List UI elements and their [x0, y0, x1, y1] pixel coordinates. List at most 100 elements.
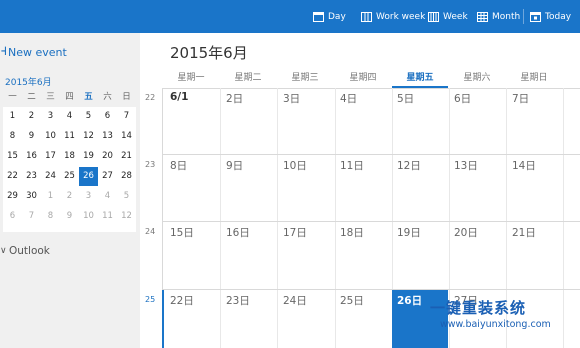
day-cell-date[interactable]: 18日	[340, 225, 364, 240]
week-view-button[interactable]: Week	[428, 9, 468, 25]
weekday-header: 星期三	[291, 73, 319, 83]
day-view-button[interactable]: Day	[313, 9, 346, 25]
day-cell-date[interactable]: 14日	[512, 158, 536, 173]
mini-calendar-day[interactable]: 9	[60, 207, 79, 226]
day-cell-date[interactable]: 20日	[454, 225, 478, 240]
today-calendar-icon	[530, 12, 541, 22]
day-cell-date[interactable]: 15日	[170, 225, 194, 240]
mini-weekday: 六	[103, 92, 112, 102]
month-view-button[interactable]: Month	[477, 9, 520, 25]
mini-weekday: 五	[84, 92, 93, 102]
mini-weekday: 四	[65, 92, 74, 102]
weekday-header: 星期日	[520, 73, 548, 83]
mini-calendar-day[interactable]: 12	[117, 207, 136, 226]
mini-calendar-day[interactable]: 2	[22, 107, 41, 126]
mini-calendar-day[interactable]: 6	[98, 107, 117, 126]
outlook-account-toggle[interactable]: ∨ Outlook	[0, 243, 50, 259]
day-cell-date[interactable]: 7日	[512, 91, 529, 106]
mini-calendar-day[interactable]: 13	[98, 127, 117, 146]
mini-calendar-day[interactable]: 10	[41, 127, 60, 146]
mini-calendar-day[interactable]: 23	[22, 167, 41, 186]
mini-calendar-day[interactable]: 4	[60, 107, 79, 126]
mini-calendar-day[interactable]: 30	[22, 187, 41, 206]
day-cell-date[interactable]: 6日	[454, 91, 471, 106]
mini-calendar-day[interactable]: 26	[79, 167, 98, 186]
day-cell-date[interactable]: 4日	[340, 91, 357, 106]
day-cell-date[interactable]: 9日	[226, 158, 243, 173]
watermark: 一键重装系统 www.baiyunxitong.com	[412, 297, 580, 348]
top-toolbar: Day Work week Week Month Today	[0, 0, 580, 33]
day-cell-date[interactable]: 17日	[283, 225, 307, 240]
mini-calendar-day[interactable]: 2	[60, 187, 79, 206]
day-cell-date[interactable]: 24日	[283, 293, 307, 308]
mini-calendar-day[interactable]: 5	[79, 107, 98, 126]
weekday-header: 星期一	[177, 73, 205, 83]
day-cell-date[interactable]: 5日	[397, 91, 414, 106]
new-event-button[interactable]: + New event	[0, 44, 67, 60]
day-cell-date[interactable]: 12日	[397, 158, 421, 173]
mini-calendar-day[interactable]: 29	[3, 187, 22, 206]
month-icon	[477, 12, 488, 22]
day-view-label: Day	[328, 12, 346, 22]
mini-calendar-day[interactable]: 11	[60, 127, 79, 146]
day-cell-date[interactable]: 3日	[283, 91, 300, 106]
mini-calendar-day[interactable]: 10	[79, 207, 98, 226]
toolbar-divider	[523, 9, 524, 24]
watermark-url: www.baiyunxitong.com	[440, 319, 551, 330]
day-cell-date[interactable]: 19日	[397, 225, 421, 240]
mini-calendar-day[interactable]: 20	[98, 147, 117, 166]
mini-calendar-day[interactable]: 3	[79, 187, 98, 206]
mini-calendar-day[interactable]: 28	[117, 167, 136, 186]
day-cell-date[interactable]: 6/1	[170, 91, 188, 103]
day-cell-date[interactable]: 16日	[226, 225, 250, 240]
mini-calendar-day[interactable]: 9	[22, 127, 41, 146]
weekday-header: 星期四	[349, 73, 377, 83]
week-number: 25	[145, 295, 156, 304]
month-view-label: Month	[492, 12, 521, 22]
week-number: 22	[145, 93, 156, 102]
chevron-down-icon: ∨	[0, 246, 6, 256]
day-cell-date[interactable]: 8日	[170, 158, 187, 173]
mini-calendar-day[interactable]: 15	[3, 147, 22, 166]
grid-top-border	[163, 88, 580, 89]
day-cell-date[interactable]: 22日	[170, 293, 194, 308]
mini-calendar-day[interactable]: 6	[3, 207, 22, 226]
day-cell-date[interactable]: 2日	[226, 91, 243, 106]
mini-calendar-day[interactable]: 25	[60, 167, 79, 186]
day-cell-date[interactable]: 11日	[340, 158, 364, 173]
mini-calendar-day[interactable]: 12	[79, 127, 98, 146]
mini-calendar-day[interactable]: 11	[98, 207, 117, 226]
work-week-view-button[interactable]: Work week	[361, 9, 425, 25]
weekday-header: 星期六	[463, 73, 491, 83]
mini-weekday: 三	[46, 92, 55, 102]
mini-calendar-day[interactable]: 14	[117, 127, 136, 146]
mini-calendar-day[interactable]: 22	[3, 167, 22, 186]
mini-calendar-day[interactable]: 17	[41, 147, 60, 166]
mini-calendar-day[interactable]: 24	[41, 167, 60, 186]
mini-calendar-day[interactable]: 21	[117, 147, 136, 166]
day-cell-date[interactable]: 10日	[283, 158, 307, 173]
mini-calendar-day[interactable]: 4	[98, 187, 117, 206]
mini-calendar-grid: 1 2 3 4 5 6 7 8 9 10 11 12 13 14 15 16 17 18 19 20 21 22 23 24 2…	[3, 107, 136, 232]
month-view: 2015年6月 星期一 星期二 星期三 星期四 星期五 星期六 星期日 22 6/…	[140, 33, 580, 348]
day-cell-date[interactable]: 23日	[226, 293, 250, 308]
outlook-label: Outlook	[9, 245, 50, 257]
mini-calendar-day[interactable]: 27	[98, 167, 117, 186]
mini-calendar-month-label[interactable]: 2015年6月	[5, 75, 52, 88]
mini-calendar-day[interactable]: 8	[3, 127, 22, 146]
day-cell-date[interactable]: 25日	[340, 293, 364, 308]
mini-calendar-day[interactable]: 1	[3, 107, 22, 126]
mini-calendar-day[interactable]: 7	[117, 107, 136, 126]
today-button[interactable]: Today	[530, 9, 571, 25]
mini-calendar-day[interactable]: 16	[22, 147, 41, 166]
mini-calendar-day[interactable]: 3	[41, 107, 60, 126]
mini-weekday: 日	[122, 92, 131, 102]
mini-calendar-day[interactable]: 19	[79, 147, 98, 166]
mini-calendar-day[interactable]: 8	[41, 207, 60, 226]
mini-calendar-day[interactable]: 1	[41, 187, 60, 206]
day-cell-date[interactable]: 13日	[454, 158, 478, 173]
mini-calendar-day[interactable]: 18	[60, 147, 79, 166]
mini-calendar-day[interactable]: 5	[117, 187, 136, 206]
mini-calendar-day[interactable]: 7	[22, 207, 41, 226]
day-cell-date[interactable]: 21日	[512, 225, 536, 240]
